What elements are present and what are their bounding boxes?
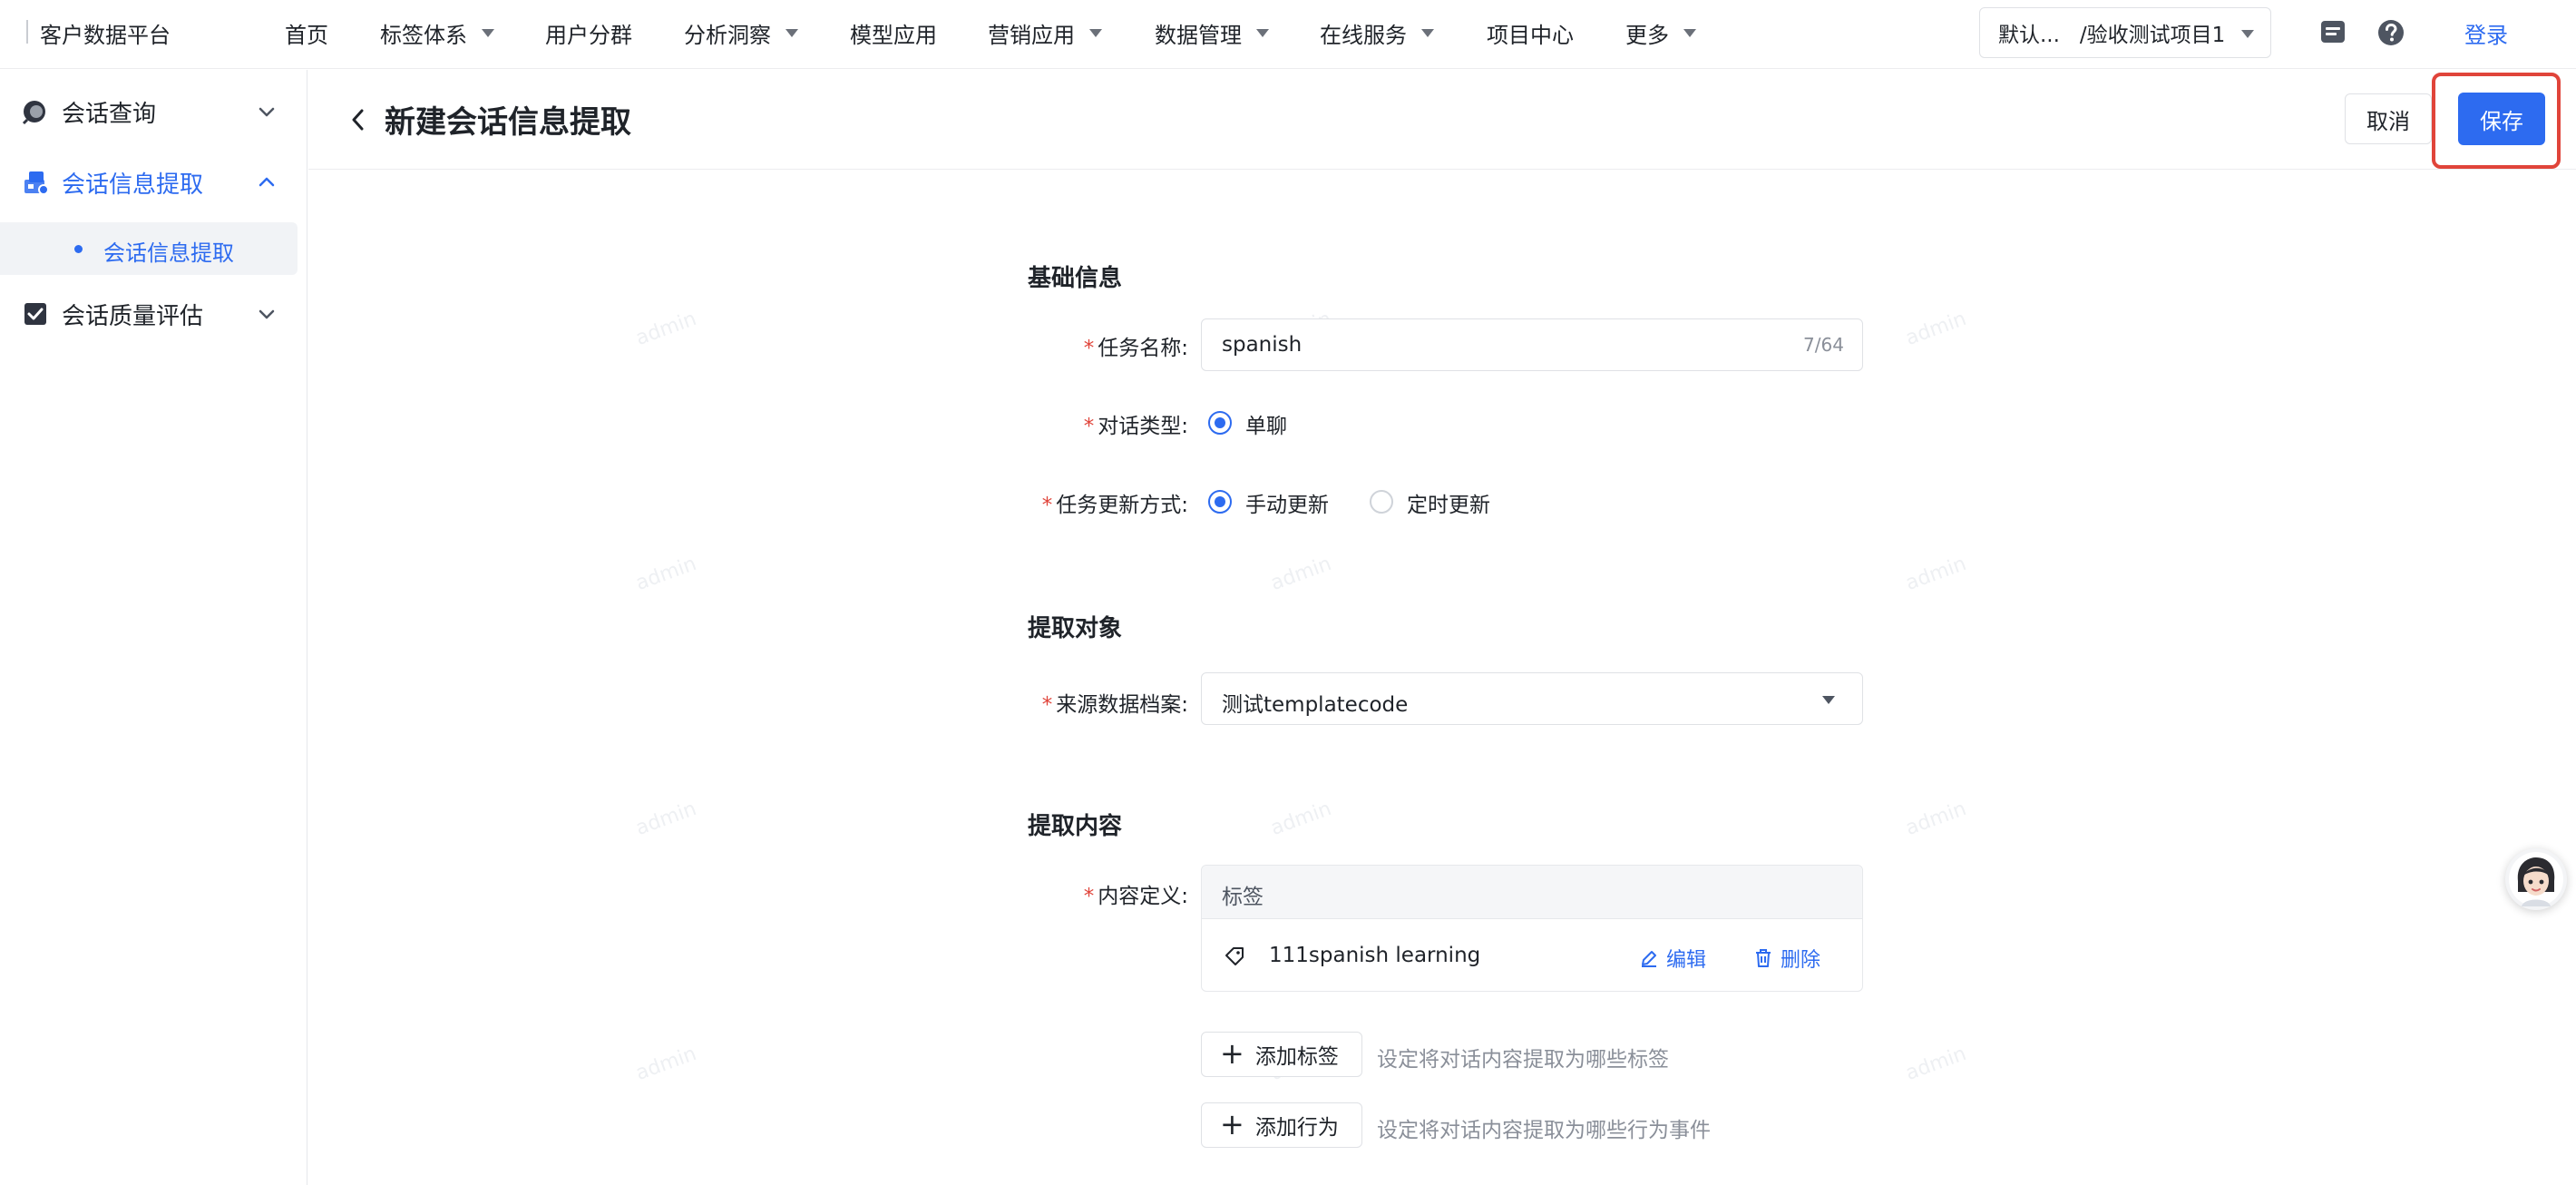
watermark-text: admin	[1267, 797, 1335, 841]
tag-name: 111spanish learning	[1269, 944, 1481, 967]
dialog-type-label: * 对话类型:	[1083, 415, 1188, 438]
watermark-text: admin	[1902, 552, 1970, 596]
caret-down-icon	[1421, 29, 1434, 37]
sidebar-item-conversation-query[interactable]: 会话查询	[0, 84, 307, 139]
table-header-tag: 标签	[1222, 886, 1264, 909]
radio-label: 单聊	[1245, 415, 1287, 438]
required-mark: *	[1041, 494, 1053, 517]
add-tag-hint: 设定将对话内容提取为哪些标签	[1377, 1048, 1669, 1072]
sidebar-item-label: 会话信息提取	[62, 171, 204, 199]
radio-scheduled-update[interactable]	[1370, 490, 1393, 514]
watermark-text: admin	[632, 552, 700, 596]
back-arrow-icon[interactable]	[346, 106, 370, 133]
radio-label: 手动更新	[1245, 494, 1329, 517]
nav-more[interactable]: 更多	[1625, 17, 1696, 49]
nav-home[interactable]: 首页	[285, 17, 328, 49]
source-archive-select[interactable]: 测试templatecode	[1201, 672, 1863, 725]
table-header: 标签	[1202, 866, 1862, 919]
page-title: 新建会话信息提取	[385, 104, 631, 141]
page-header: 新建会话信息提取 取消 保存	[308, 70, 2576, 170]
required-mark: *	[1041, 693, 1053, 717]
brand-name: 客户数据平台	[40, 23, 171, 48]
content-definition-label: * 内容定义:	[1083, 885, 1188, 908]
top-navigation-bar: 客户数据平台 首页 标签体系 用户分群 分析洞察 模型应用 营销应用 数据管理 …	[0, 0, 2576, 69]
section-title-basic: 基础信息	[1028, 265, 1123, 292]
chevron-up-icon	[259, 177, 275, 187]
checkbox-icon	[24, 303, 46, 325]
chat-search-icon	[22, 101, 45, 125]
watermark-text: admin	[632, 1042, 700, 1086]
caret-down-icon	[1683, 29, 1696, 37]
brand-divider	[26, 20, 28, 44]
watermark-text: admin	[632, 797, 700, 841]
assistant-avatar-button[interactable]	[2505, 848, 2567, 910]
caret-down-icon	[1089, 29, 1102, 37]
trash-icon	[1756, 949, 1771, 967]
save-button[interactable]: 保存	[2458, 93, 2545, 145]
task-name-label: * 任务名称:	[1083, 337, 1188, 360]
sidebar-subitem-label: 会话信息提取	[103, 240, 234, 266]
extract-icon	[24, 171, 49, 195]
sidebar-item-quality-evaluation[interactable]: 会话质量评估	[0, 287, 307, 341]
required-mark: *	[1083, 337, 1095, 360]
tag-table: 标签 111spanish learning 编辑 删除	[1201, 865, 1863, 992]
update-mode-label: * 任务更新方式:	[1041, 494, 1188, 517]
nav-tag-system[interactable]: 标签体系	[380, 17, 494, 49]
table-row: 111spanish learning 编辑 删除	[1202, 920, 1862, 991]
edit-icon	[1642, 951, 1656, 967]
plus-icon: +	[1220, 1107, 1244, 1141]
caret-down-icon	[1822, 696, 1835, 704]
sidebar-item-label: 会话质量评估	[62, 302, 204, 330]
chevron-down-icon	[259, 107, 275, 117]
task-name-input[interactable]	[1201, 318, 1863, 371]
watermark-text: admin	[1902, 797, 1970, 841]
source-archive-label: * 来源数据档案:	[1041, 693, 1188, 717]
caret-down-icon	[482, 29, 494, 37]
chevron-down-icon	[259, 309, 275, 319]
add-tag-button[interactable]: + 添加标签	[1201, 1032, 1362, 1077]
sidebar-item-conversation-extract[interactable]: 会话信息提取	[0, 155, 307, 210]
watermark-text: admin	[1267, 552, 1335, 596]
watermark-text: admin	[632, 307, 700, 351]
radio-label: 定时更新	[1407, 494, 1490, 517]
caret-down-icon	[2241, 30, 2254, 38]
project-select-value: 默认... /验收测试项目1	[1998, 24, 2226, 47]
nav-data-management[interactable]: 数据管理	[1155, 17, 1269, 49]
nav-online-services[interactable]: 在线服务	[1320, 17, 1434, 49]
edit-button[interactable]: 编辑	[1639, 944, 1706, 973]
caret-down-icon	[785, 29, 798, 37]
watermark-text: admin	[1902, 307, 1970, 351]
tag-icon	[1225, 947, 1244, 965]
project-select[interactable]: 默认... /验收测试项目1	[1979, 7, 2271, 58]
radio-manual-update[interactable]	[1208, 490, 1232, 514]
required-mark: *	[1083, 415, 1095, 438]
nav-analysis[interactable]: 分析洞察	[684, 17, 798, 49]
section-title-target: 提取对象	[1028, 615, 1123, 642]
delete-button[interactable]: 删除	[1753, 944, 1820, 973]
nav-model-apps[interactable]: 模型应用	[850, 17, 937, 49]
add-action-hint: 设定将对话内容提取为哪些行为事件	[1377, 1119, 1711, 1142]
login-link[interactable]: 登录	[2464, 17, 2508, 49]
active-dot	[74, 245, 83, 253]
radio-single-chat[interactable]	[1208, 411, 1232, 435]
watermark-text: admin	[1902, 1042, 1970, 1086]
source-archive-value: 测试templatecode	[1222, 693, 1409, 717]
section-title-content: 提取内容	[1028, 813, 1123, 840]
cancel-button[interactable]: 取消	[2345, 93, 2432, 144]
caret-down-icon	[1256, 29, 1269, 37]
add-action-button[interactable]: + 添加行为	[1201, 1102, 1362, 1148]
nav-project-center[interactable]: 项目中心	[1487, 17, 1574, 49]
message-icon[interactable]	[2318, 18, 2347, 47]
nav-user-segments[interactable]: 用户分群	[545, 17, 632, 49]
sidebar-item-label: 会话查询	[62, 100, 157, 128]
help-icon[interactable]	[2376, 18, 2405, 47]
plus-icon: +	[1220, 1036, 1244, 1071]
assistant-avatar-icon	[2509, 852, 2563, 906]
required-mark: *	[1083, 885, 1095, 908]
nav-marketing[interactable]: 营销应用	[988, 17, 1102, 49]
task-name-char-count: 7/64	[1803, 334, 1844, 356]
sidebar-subitem-conversation-extract[interactable]: 会话信息提取	[0, 222, 298, 275]
sidebar: 会话查询 会话信息提取 会话信息提取 会话质量评估	[0, 70, 307, 1185]
